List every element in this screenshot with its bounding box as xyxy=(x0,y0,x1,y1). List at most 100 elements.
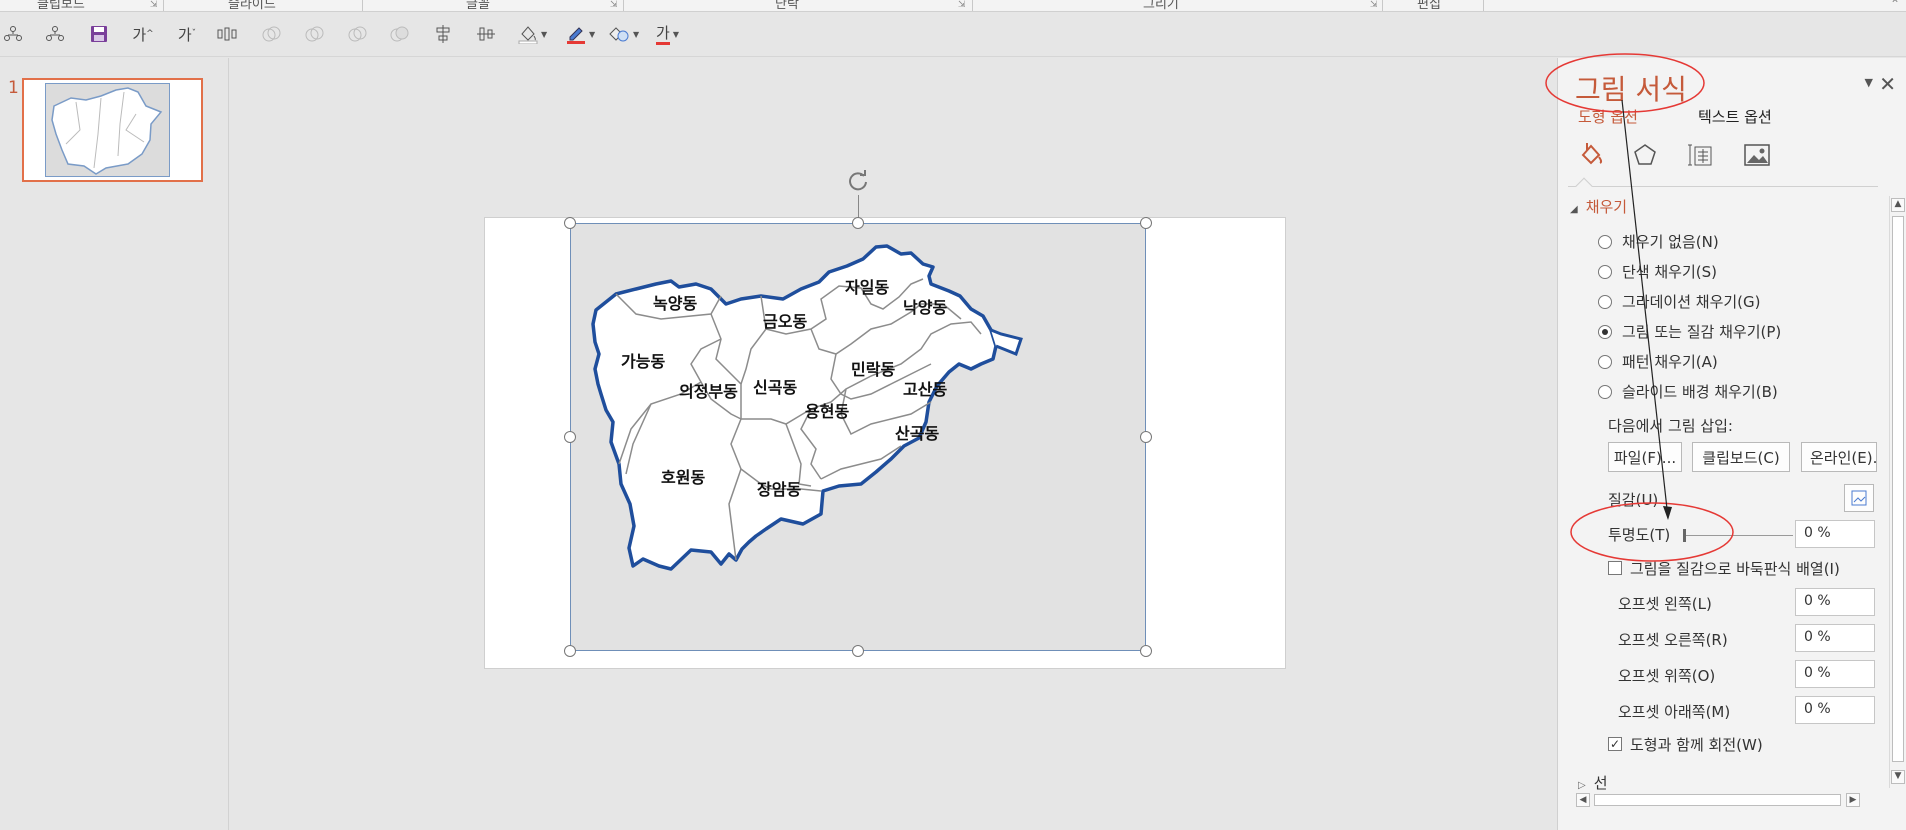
transparency-label: 투명도(T) xyxy=(1608,526,1671,544)
close-icon[interactable]: ✕ xyxy=(1879,72,1896,96)
offset-left-label: 오프셋 왼쪽(L) xyxy=(1618,595,1712,613)
fill-line-icon[interactable] xyxy=(1574,138,1608,172)
fill-option-slide-background[interactable]: 슬라이드 배경 채우기(B) xyxy=(1598,381,1778,402)
slides-panel: 1 xyxy=(0,58,229,830)
scroll-right-icon[interactable]: ▶ xyxy=(1846,793,1860,807)
selected-picture[interactable]: 녹양동 금오동 자일동 낙양동 가능동 의정부동 신곡동 민락동 고산동 용현동… xyxy=(570,223,1146,651)
font-color-button[interactable]: 가 ▼ xyxy=(656,21,679,47)
scroll-left-icon[interactable]: ◀ xyxy=(1576,793,1590,807)
scrollbar-thumb[interactable] xyxy=(1892,216,1904,762)
resize-handle-right[interactable] xyxy=(1140,431,1152,443)
line-section-header[interactable]: ▷ 선 xyxy=(1578,772,1608,793)
pane-options-icon[interactable]: ▼ xyxy=(1865,76,1873,89)
texture-picker-button[interactable] xyxy=(1844,484,1874,512)
toolbar: 가 ^ 가ˇ ▼ ▼ ▼ 가 ▼ xyxy=(0,13,1906,57)
offset-left-input[interactable]: 0 % xyxy=(1795,588,1875,616)
transparency-input[interactable]: 0 % xyxy=(1795,520,1875,548)
shape-effects-button[interactable]: ▼ xyxy=(608,21,639,47)
offset-top-label: 오프셋 위쪽(O) xyxy=(1618,667,1716,685)
radio-button[interactable] xyxy=(1598,264,1612,279)
shape-fragment-icon xyxy=(346,21,368,47)
fill-option-none[interactable]: 채우기 없음(N) xyxy=(1598,231,1719,252)
align-middle-icon[interactable] xyxy=(475,21,497,47)
offset-bottom-input[interactable]: 0 % xyxy=(1795,696,1875,724)
tab-shape-options[interactable]: 도형 옵션 xyxy=(1578,106,1638,127)
ribbon-group-editing: 편집 xyxy=(1417,0,1441,12)
picture-icon[interactable] xyxy=(1740,138,1774,172)
resize-handle-top[interactable] xyxy=(852,217,864,229)
radio-button[interactable] xyxy=(1598,234,1612,249)
district-label: 신곡동 xyxy=(753,378,798,397)
insert-clipboard-button[interactable]: 클립보드(C) xyxy=(1692,442,1790,472)
radio-label: 단색 채우기(S) xyxy=(1622,263,1717,281)
resize-handle-bottom[interactable] xyxy=(852,645,864,657)
fill-option-gradient[interactable]: 그라데이션 채우기(G) xyxy=(1598,291,1761,312)
shape-outline-button[interactable]: ▼ xyxy=(566,21,595,47)
offset-top-input[interactable]: 0 % xyxy=(1795,660,1875,688)
district-label: 의정부동 xyxy=(679,382,738,401)
distribute-icon[interactable] xyxy=(216,21,238,47)
ribbon-group-clipboard: 클립보드 xyxy=(37,0,85,12)
district-label: 용현동 xyxy=(805,402,850,421)
resize-handle-left[interactable] xyxy=(564,431,576,443)
pane-horizontal-scrollbar[interactable]: ◀ ▶ xyxy=(1576,792,1884,808)
dialog-launcher-icon[interactable]: ⇲ xyxy=(610,0,618,10)
fill-option-pattern[interactable]: 패턴 채우기(A) xyxy=(1598,351,1718,372)
scroll-down-icon[interactable]: ▼ xyxy=(1891,770,1905,784)
radio-button[interactable] xyxy=(1598,384,1612,399)
district-label: 녹양동 xyxy=(653,294,698,313)
slide-thumbnail[interactable] xyxy=(22,78,203,182)
shape-fill-button[interactable]: ▼ xyxy=(518,21,547,47)
ribbon-group-paragraph: 단락 xyxy=(775,0,799,12)
resize-handle-bottom-left[interactable] xyxy=(564,645,576,657)
insert-online-button[interactable]: 온라인(E)... xyxy=(1801,442,1877,472)
resize-handle-bottom-right[interactable] xyxy=(1140,645,1152,657)
size-properties-icon[interactable] xyxy=(1684,138,1718,172)
font-size-down-button[interactable]: 가ˇ xyxy=(176,21,198,47)
scrollbar-thumb[interactable] xyxy=(1594,794,1841,806)
resize-handle-top-left[interactable] xyxy=(564,217,576,229)
radio-label: 패턴 채우기(A) xyxy=(1622,353,1718,371)
fill-section-label: 채우기 xyxy=(1585,198,1628,216)
collapse-ribbon-icon[interactable]: ⌃ xyxy=(1890,0,1900,11)
insert-file-button[interactable]: 파일(F)... xyxy=(1608,442,1682,472)
org-chart-icon[interactable] xyxy=(44,21,66,47)
ribbon-group-labels: 클립보드 ⇲ 슬라이드 글꼴 ⇲ 단락 ⇲ 그리기 ⇲ 편집 ⌃ xyxy=(0,0,1906,12)
district-label: 호원동 xyxy=(661,468,706,487)
tile-checkbox[interactable] xyxy=(1608,561,1622,575)
scroll-up-icon[interactable]: ▲ xyxy=(1891,198,1905,212)
font-size-up-button[interactable]: 가 ^ xyxy=(132,21,154,47)
save-icon[interactable] xyxy=(88,21,110,47)
transparency-slider-thumb[interactable] xyxy=(1683,529,1686,542)
rotate-handle-icon[interactable] xyxy=(843,166,873,196)
rotate-with-shape-label: 도형과 함께 회전(W) xyxy=(1630,736,1763,754)
effects-pentagon-icon[interactable] xyxy=(1628,138,1662,172)
dialog-launcher-icon[interactable]: ⇲ xyxy=(1370,0,1378,10)
dialog-launcher-icon[interactable]: ⇲ xyxy=(958,0,966,10)
offset-right-input[interactable]: 0 % xyxy=(1795,624,1875,652)
ribbon-group-slides: 슬라이드 xyxy=(228,0,276,12)
radio-button-selected[interactable] xyxy=(1598,324,1612,339)
radio-label: 슬라이드 배경 채우기(B) xyxy=(1622,383,1778,401)
radio-button[interactable] xyxy=(1598,294,1612,309)
fill-option-picture-texture[interactable]: 그림 또는 질감 채우기(P) xyxy=(1598,321,1781,342)
align-center-icon[interactable] xyxy=(432,21,454,47)
slide-canvas: 녹양동 금오동 자일동 낙양동 가능동 의정부동 신곡동 민락동 고산동 용현동… xyxy=(230,58,1556,830)
insert-picture-from-label: 다음에서 그림 삽입: xyxy=(1608,417,1733,435)
radio-label: 채우기 없음(N) xyxy=(1622,233,1719,251)
ribbon-group-font: 글꼴 xyxy=(466,0,490,12)
tab-text-options[interactable]: 텍스트 옵션 xyxy=(1698,106,1772,127)
resize-handle-top-right[interactable] xyxy=(1140,217,1152,229)
shape-combine-icon xyxy=(303,21,325,47)
district-label: 고산동 xyxy=(903,380,948,399)
smartart-convert-icon[interactable] xyxy=(2,21,24,47)
rotate-with-shape-checkbox[interactable]: ✓ xyxy=(1608,737,1622,751)
pane-vertical-scrollbar[interactable]: ▲ ▼ xyxy=(1889,196,1905,788)
dialog-launcher-icon[interactable]: ⇲ xyxy=(150,0,158,10)
line-section-label: 선 xyxy=(1593,774,1608,792)
fill-section-header[interactable]: ◢ 채우기 xyxy=(1570,196,1627,217)
transparency-slider-track[interactable] xyxy=(1683,535,1793,536)
radio-button[interactable] xyxy=(1598,354,1612,369)
fill-option-solid[interactable]: 단색 채우기(S) xyxy=(1598,261,1717,282)
offset-bottom-label: 오프셋 아래쪽(M) xyxy=(1618,703,1731,721)
